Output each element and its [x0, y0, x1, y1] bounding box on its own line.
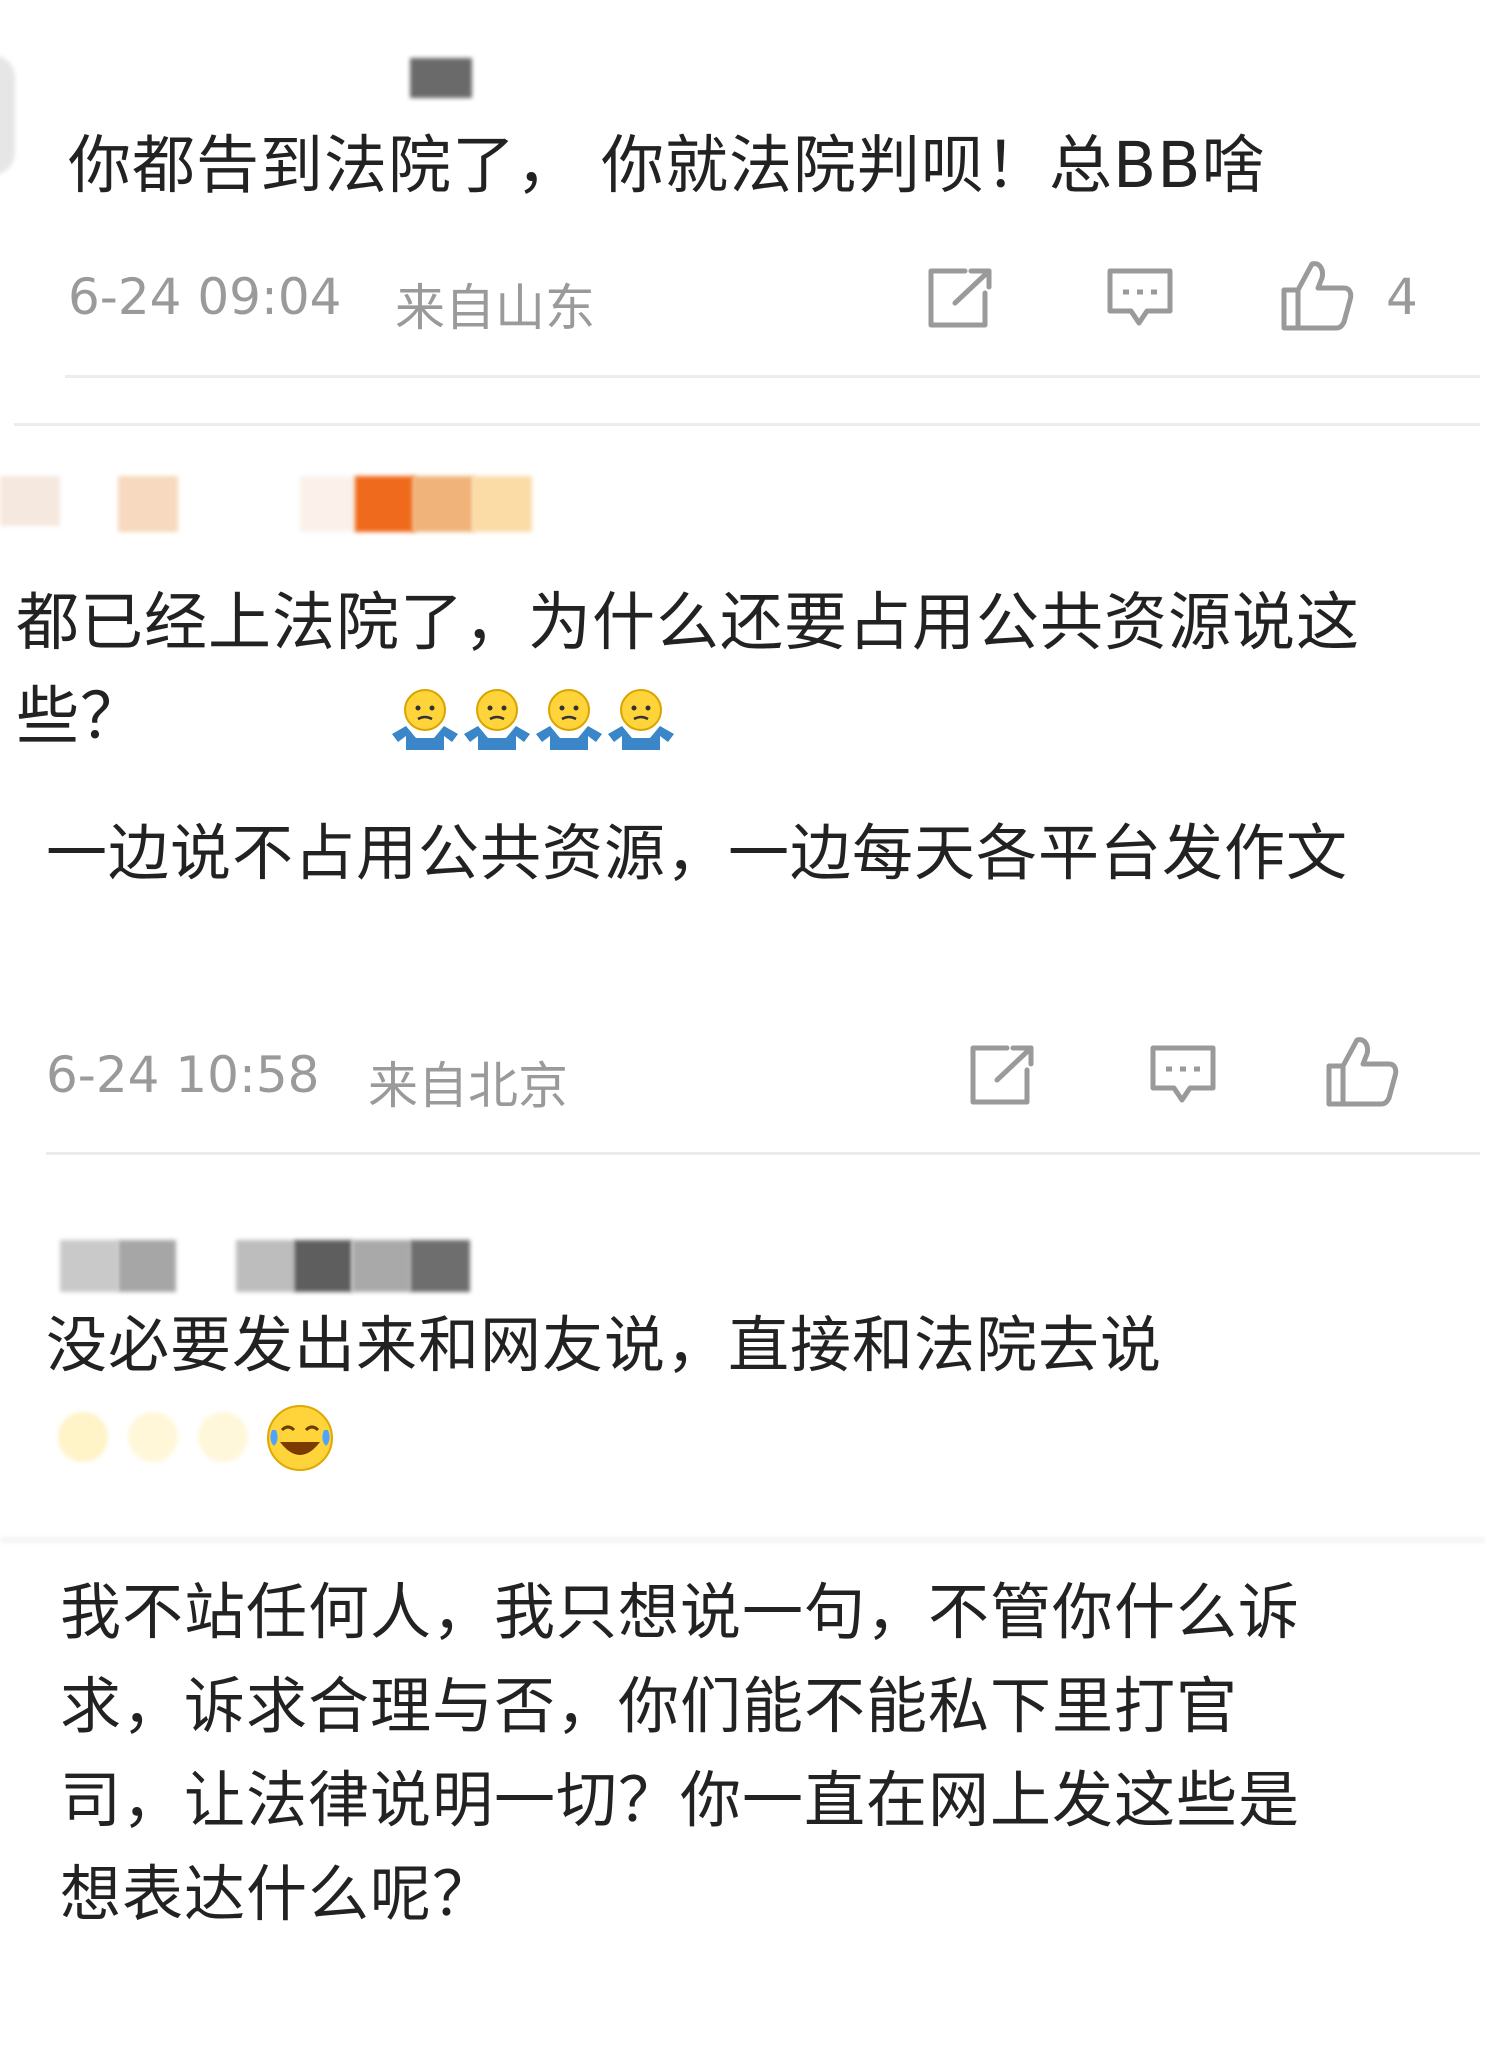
share-icon[interactable]	[967, 1042, 1037, 1108]
location: 来自北京	[368, 1057, 568, 1115]
username-redacted	[472, 476, 532, 532]
divider	[46, 1152, 1480, 1155]
share-icon[interactable]	[925, 265, 995, 331]
comment-text: 都已经上法院了，为什么还要占用公共资源说这些？	[16, 586, 1360, 753]
comment-text: 没必要发出来和网友说，直接和法院去说	[46, 1310, 1163, 1381]
comment-text: 你都告到法院了， 你就法院判呗！总BB啥	[68, 129, 1266, 202]
like-icon[interactable]	[1280, 258, 1354, 332]
shrug-emoji	[608, 689, 674, 750]
laugh-cry-emoji	[267, 1405, 333, 1471]
username-redacted	[118, 476, 178, 532]
shrug-emoji	[464, 689, 530, 750]
like-count: 4	[1386, 268, 1418, 326]
username-redacted	[410, 1240, 470, 1292]
shrug-emoji	[392, 689, 458, 750]
username-redacted	[236, 1240, 294, 1292]
like-icon[interactable]	[1325, 1034, 1399, 1108]
reply-text: 一边说不占用公共资源，一边每天各平台发作文	[46, 818, 1349, 889]
username-redacted	[300, 476, 360, 532]
comment-text: 我不站任何人，我只想说一句，不管你什么诉求，诉求合理与否，你们能不能私下里打官司…	[60, 1577, 1301, 1930]
comment-icon[interactable]	[1148, 1042, 1218, 1108]
username-redacted	[0, 476, 60, 526]
username-redacted	[355, 476, 415, 532]
section-divider	[14, 423, 1480, 426]
username-redacted	[118, 1240, 176, 1292]
cutoff-row	[0, 1538, 1485, 1542]
emoji-faded	[58, 1412, 108, 1462]
username-redacted	[410, 58, 472, 98]
timestamp: 6-24 09:04	[68, 268, 342, 326]
emoji-faded	[198, 1412, 248, 1462]
username-redacted	[412, 476, 474, 532]
emoji-faded	[128, 1412, 178, 1462]
avatar[interactable]	[0, 55, 15, 175]
username-redacted	[352, 1240, 410, 1292]
timestamp: 6-24 10:58	[46, 1046, 320, 1104]
username-redacted	[294, 1240, 352, 1292]
divider	[65, 375, 1480, 378]
shrug-emoji	[536, 689, 602, 750]
location: 来自山东	[395, 279, 595, 337]
comment-icon[interactable]	[1105, 265, 1175, 331]
username-redacted	[60, 1240, 118, 1292]
